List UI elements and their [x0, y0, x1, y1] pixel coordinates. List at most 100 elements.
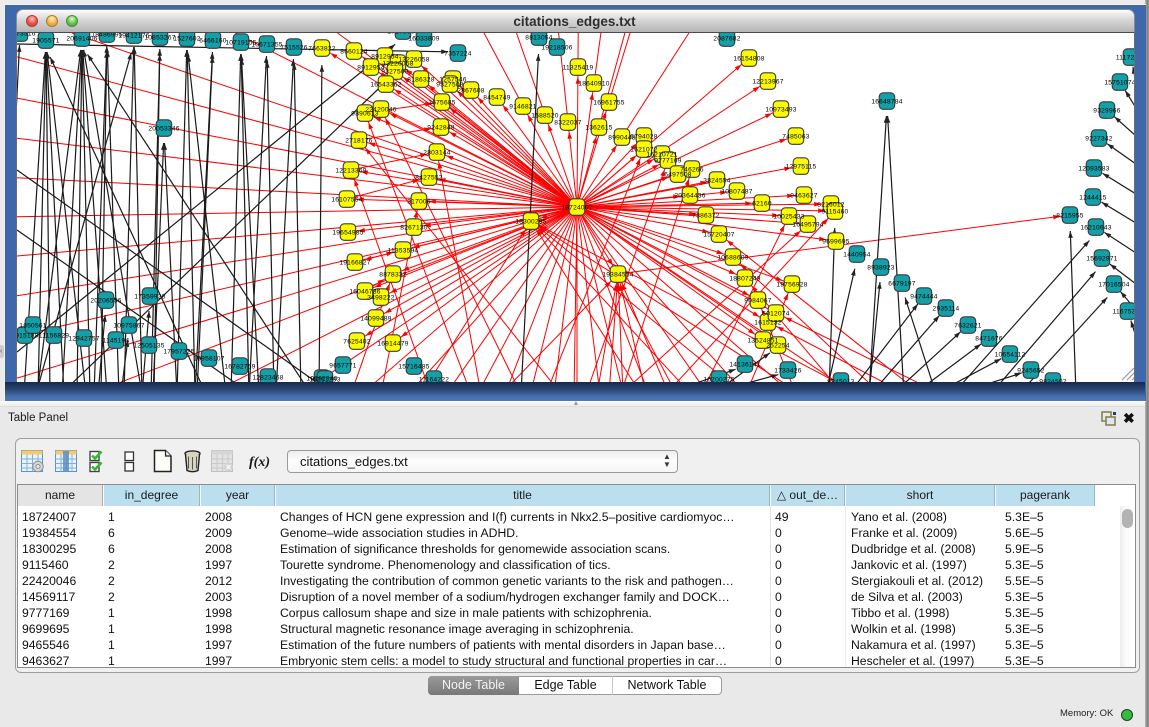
svg-text:12505135: 12505135: [133, 342, 164, 349]
svg-text:317006: 317006: [407, 198, 431, 205]
svg-text:15720407: 15720407: [703, 231, 734, 238]
svg-text:1527602: 1527602: [173, 35, 201, 42]
svg-text:6794028: 6794028: [630, 133, 658, 140]
svg-text:9657771: 9657771: [329, 362, 357, 369]
svg-text:14136141: 14136141: [729, 361, 760, 368]
svg-text:16495794: 16495794: [792, 221, 823, 228]
svg-text:10688609: 10688609: [717, 254, 748, 261]
svg-text:2718176: 2718176: [345, 137, 373, 144]
svg-text:16033809: 16033809: [408, 35, 439, 42]
svg-text:11156829: 11156829: [39, 332, 69, 339]
svg-text:2867608: 2867608: [457, 87, 485, 94]
svg-text:9242848: 9242848: [427, 124, 455, 131]
svg-text:16543362: 16543362: [370, 81, 401, 88]
svg-text:7357224: 7357224: [444, 50, 472, 57]
svg-text:9227342: 9227342: [1085, 135, 1113, 142]
svg-text:8186328: 8186328: [407, 76, 435, 83]
svg-text:18300295: 18300295: [515, 218, 546, 225]
svg-text:7663822: 7663822: [308, 45, 336, 52]
svg-text:19756928: 19756928: [776, 281, 807, 288]
svg-text:16782759: 16782759: [224, 363, 255, 370]
svg-text:14099489: 14099489: [360, 315, 391, 322]
svg-text:9890613: 9890613: [351, 110, 379, 117]
svg-text:252254: 252254: [766, 342, 790, 349]
svg-text:1905571: 1905571: [32, 37, 60, 44]
svg-text:11172786: 11172786: [1116, 54, 1135, 61]
svg-text:5012074: 5012074: [762, 310, 790, 317]
svg-text:8454749: 8454749: [483, 94, 511, 101]
svg-text:16154808: 16154808: [733, 55, 764, 62]
svg-text:20206556: 20206556: [90, 297, 121, 304]
svg-text:12975115: 12975115: [786, 163, 817, 170]
svg-text:15692971: 15692971: [1086, 255, 1117, 262]
svg-text:3675685: 3675685: [428, 99, 456, 106]
svg-text:15751074: 15751074: [1104, 79, 1135, 86]
svg-text:19654985: 19654985: [332, 229, 363, 236]
svg-text:10958107: 10958107: [193, 355, 224, 362]
svg-text:1362615: 1362615: [585, 124, 613, 131]
svg-text:8471676: 8471676: [975, 335, 1003, 342]
svg-text:8427552: 8427552: [415, 174, 443, 181]
svg-text:20364436: 20364436: [674, 192, 705, 199]
svg-text:62160: 62160: [752, 200, 772, 207]
svg-text:10853267: 10853267: [144, 34, 175, 41]
svg-text:6466160: 6466160: [199, 37, 227, 44]
svg-text:9245013: 9245013: [827, 378, 855, 382]
svg-text:16210643: 16210643: [1080, 224, 1111, 231]
svg-text:2803144: 2803144: [423, 149, 451, 156]
svg-text:1850561: 1850561: [19, 322, 47, 329]
svg-text:3915188: 3915188: [17, 332, 39, 339]
svg-text:10025433: 10025433: [773, 213, 804, 220]
svg-text:1440954: 1440954: [843, 251, 871, 258]
svg-text:9463627: 9463627: [790, 192, 818, 199]
svg-text:7386372: 7386372: [692, 212, 720, 219]
svg-text:8813054: 8813054: [525, 34, 553, 41]
svg-text:17359928: 17359928: [134, 293, 165, 300]
svg-text:9824502: 9824502: [1039, 378, 1067, 382]
svg-text:19384554: 19384554: [602, 271, 633, 278]
svg-text:746266: 746266: [680, 166, 704, 173]
svg-text:15716485: 15716485: [398, 363, 429, 370]
svg-text:9115460: 9115460: [822, 208, 849, 215]
svg-text:3498222: 3498222: [367, 294, 395, 301]
svg-text:10654112: 10654112: [995, 351, 1026, 358]
svg-text:18807249: 18807249: [729, 275, 760, 282]
svg-text:12823468: 12823468: [252, 374, 283, 381]
svg-text:2935114: 2935114: [933, 305, 960, 312]
svg-text:9327509: 9327509: [381, 68, 409, 75]
svg-text:16251293: 16251293: [309, 376, 340, 382]
svg-text:11675385: 11675385: [1113, 308, 1135, 315]
svg-text:9146821: 9146821: [509, 103, 537, 110]
svg-text:7485063: 7485063: [782, 133, 810, 140]
svg-text:2087682: 2087682: [713, 35, 741, 42]
svg-text:f(x): f(x): [249, 455, 270, 470]
svg-text:19218506: 19218506: [541, 44, 572, 51]
svg-text:17016504: 17016504: [1098, 281, 1129, 288]
svg-text:16961755: 16961755: [593, 99, 624, 106]
svg-text:16914479: 16914479: [377, 340, 408, 347]
svg-text:8322037: 8322037: [554, 119, 582, 126]
svg-text:7515526: 7515526: [280, 44, 308, 51]
svg-text:1733426: 1733426: [774, 367, 802, 374]
svg-text:12213967: 12213967: [752, 78, 783, 85]
svg-text:9329966: 9329966: [1093, 107, 1121, 114]
svg-text:9245652: 9245652: [1017, 367, 1045, 374]
svg-text:8878332: 8878332: [379, 271, 407, 278]
svg-text:11325419: 11325419: [563, 64, 594, 71]
svg-text:10671355: 10671355: [251, 41, 282, 48]
svg-text:9699695: 9699695: [822, 238, 850, 245]
svg-text:16107554: 16107554: [331, 196, 362, 203]
svg-text:11353594: 11353594: [388, 247, 419, 254]
svg-text:1615132: 1615132: [754, 319, 782, 326]
svg-text:18724007: 18724007: [561, 204, 592, 211]
svg-text:10973493: 10973493: [765, 106, 796, 113]
svg-text:19166827: 19166827: [339, 259, 370, 266]
svg-text:8660124: 8660124: [340, 48, 368, 55]
svg-text:6679197: 6679197: [888, 280, 916, 287]
svg-text:16648784: 16648784: [871, 98, 902, 105]
svg-text:8938923: 8938923: [867, 264, 895, 271]
svg-text:10975867: 10975867: [113, 322, 144, 329]
svg-text:10200275: 10200275: [703, 376, 734, 382]
svg-text:12942757: 12942757: [68, 335, 99, 342]
svg-text:8267130: 8267130: [400, 224, 428, 231]
